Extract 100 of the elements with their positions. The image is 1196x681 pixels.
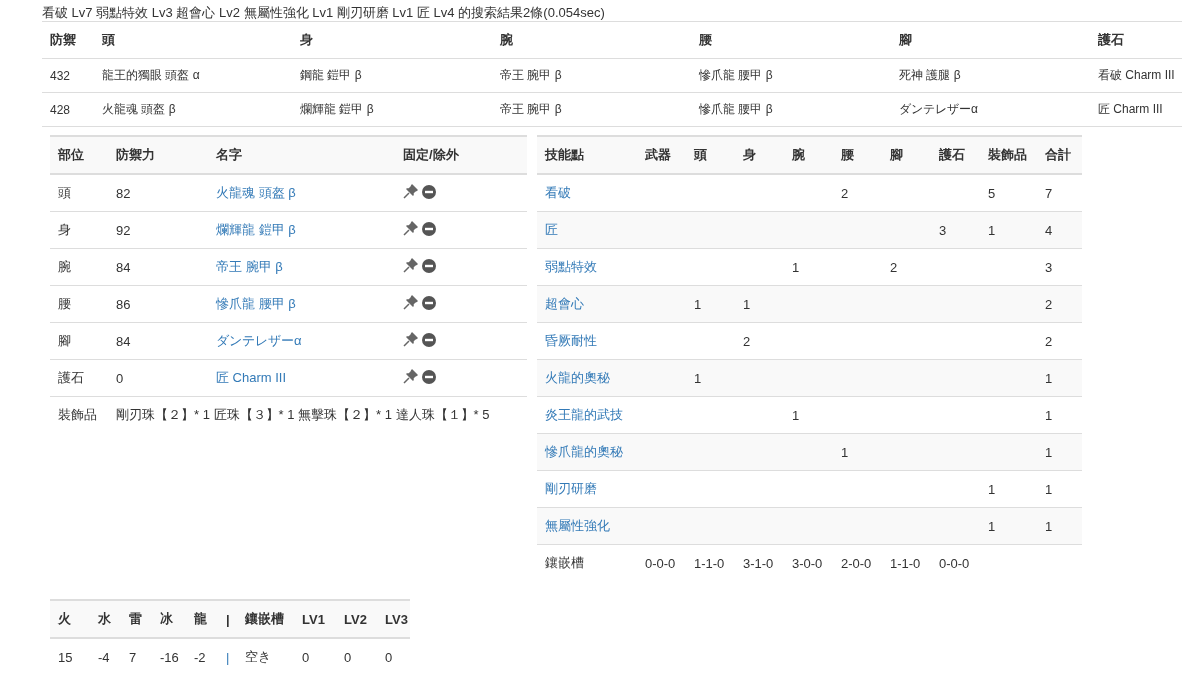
table-cell: 空き	[245, 649, 271, 664]
table-cell: 0	[302, 649, 310, 665]
column-header: 頭	[694, 147, 707, 162]
table-cell: 帝王 腕甲 β	[500, 102, 562, 116]
remove-icon[interactable]	[422, 184, 436, 199]
skill-link[interactable]: 火龍的奧秘	[545, 370, 610, 385]
armor-link[interactable]: 爛輝龍 鎧甲 β	[216, 222, 296, 237]
table-cell: 1	[841, 444, 849, 460]
column-header: 防禦	[50, 32, 76, 47]
skill-link[interactable]: 超會心	[545, 296, 584, 311]
pin-icon[interactable]	[403, 258, 418, 273]
table-cell: 2	[841, 185, 849, 201]
table-cell: 1	[988, 481, 996, 497]
pin-icon[interactable]	[403, 184, 418, 199]
table-cell: 2	[890, 259, 898, 275]
table-cell: 1	[694, 370, 702, 386]
table-cell: 0-0-0	[645, 555, 676, 571]
table-cell: 1	[792, 407, 800, 423]
table-cell: 1	[792, 259, 800, 275]
table-cell: 1	[743, 296, 751, 312]
column-header: 腰	[841, 147, 854, 162]
column-header: 龍	[194, 611, 207, 626]
table-cell: 裝飾品	[58, 407, 97, 422]
remove-icon[interactable]	[422, 258, 436, 273]
table-cell: 腕	[58, 259, 71, 274]
table-cell: 1	[1045, 444, 1053, 460]
table-cell: 1	[1045, 370, 1053, 386]
column-header: 鑲嵌槽	[245, 611, 284, 626]
table-cell: 帝王 腕甲 β	[500, 68, 562, 82]
skill-link[interactable]: 慘爪龍的奧秘	[545, 444, 623, 459]
armor-link[interactable]: 帝王 腕甲 β	[216, 259, 283, 274]
table-cell: 1-1-0	[694, 555, 725, 571]
table-cell: 1	[1045, 407, 1053, 423]
search-summary: 看破 Lv7 弱點特效 Lv3 超會心 Lv2 無屬性強化 Lv1 剛刃研磨 Lv1 匠 Lv4 的搜索結果2條(0.054sec)	[41, 4, 606, 21]
table-cell: 腰	[58, 296, 71, 311]
skill-link[interactable]: 昏厥耐性	[545, 333, 597, 348]
pin-icon[interactable]	[403, 221, 418, 236]
decoration-list: 剛刃珠【２】* 1 匠珠【３】* 1 無擊珠【２】* 1 達人珠【１】* 5	[116, 407, 490, 422]
table-cell: 15	[58, 649, 73, 665]
table-cell: 2	[1045, 333, 1053, 349]
column-header: 裝飾品	[988, 147, 1027, 162]
column-header: 冰	[160, 611, 173, 626]
table-cell: 0	[344, 649, 352, 665]
table-cell: 432	[50, 68, 71, 83]
column-header: 部位	[58, 147, 84, 162]
table-cell: 匠 Charm III	[1098, 102, 1163, 116]
column-header: 腕	[792, 147, 805, 162]
table-cell: 82	[116, 185, 131, 201]
pin-icon[interactable]	[403, 332, 418, 347]
column-header: LV3	[385, 611, 408, 627]
armor-link[interactable]: 匠 Charm III	[216, 370, 287, 385]
table-cell: 3	[939, 222, 947, 238]
column-header: 武器	[645, 147, 671, 162]
table-cell: 4	[1045, 222, 1053, 238]
table-cell: 鑲嵌槽	[545, 555, 584, 570]
column-header: 身	[743, 147, 756, 162]
skill-link[interactable]: 炎王龍的武技	[545, 407, 623, 422]
column-header: 固定/除外	[403, 147, 459, 162]
skill-link[interactable]: 無屬性強化	[545, 518, 610, 533]
remove-icon[interactable]	[422, 221, 436, 236]
pin-icon[interactable]	[403, 295, 418, 310]
table-cell: 龍王的獨眼 頭盔 α	[102, 68, 200, 82]
armor-link[interactable]: 慘爪龍 腰甲 β	[216, 296, 296, 311]
table-cell: 84	[116, 259, 131, 275]
table-cell: 7	[129, 649, 137, 665]
table-cell: 1	[1045, 518, 1053, 534]
remove-icon[interactable]	[422, 295, 436, 310]
remove-icon[interactable]	[422, 369, 436, 384]
table-cell: 慘爪龍 腰甲 β	[699, 68, 773, 82]
table-cell: 慘爪龍 腰甲 β	[699, 102, 773, 116]
table-cell: 1	[694, 296, 702, 312]
table-cell: |	[226, 649, 230, 665]
table-cell: -16	[160, 649, 179, 665]
table-cell: 92	[116, 222, 131, 238]
skill-link[interactable]: 弱點特效	[545, 259, 597, 274]
skill-link[interactable]: 剛刃研磨	[545, 481, 597, 496]
column-header: 腕	[500, 32, 513, 47]
skill-link[interactable]: 看破	[545, 185, 571, 200]
column-header: 合計	[1045, 147, 1071, 162]
table-cell: 1	[988, 222, 996, 238]
armor-link[interactable]: 火龍魂 頭盔 β	[216, 185, 296, 200]
table-cell: 護石	[58, 370, 84, 385]
pin-icon[interactable]	[403, 369, 418, 384]
table-cell: 2	[1045, 296, 1053, 312]
remove-icon[interactable]	[422, 332, 436, 347]
column-header: 技能點	[545, 147, 584, 162]
column-header: 身	[300, 32, 313, 47]
table-cell: 腳	[58, 333, 71, 348]
table-cell: 死神 護腿 β	[899, 68, 961, 82]
table-cell: 0-0-0	[939, 555, 970, 571]
table-cell: 428	[50, 102, 71, 117]
column-header: 雷	[129, 611, 142, 626]
armor-link[interactable]: ダンテレザーα	[216, 333, 302, 348]
table-cell: 5	[988, 185, 996, 201]
table-cell: 鋼龍 鎧甲 β	[300, 68, 362, 82]
table-cell: 1	[1045, 481, 1053, 497]
table-cell: 86	[116, 296, 131, 312]
column-header: 水	[98, 611, 111, 626]
skill-link[interactable]: 匠	[545, 222, 558, 237]
column-header: 名字	[216, 147, 242, 162]
